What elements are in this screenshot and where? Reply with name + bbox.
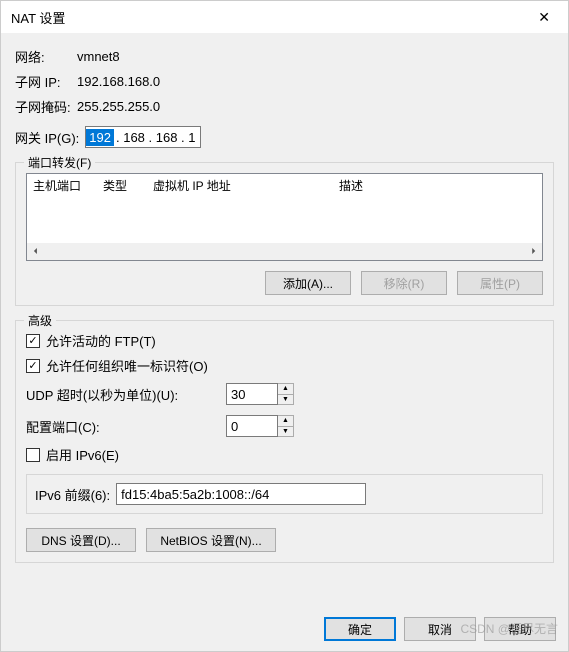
content-area: 网络: vmnet8 子网 IP: 192.168.168.0 子网掩码: 25… xyxy=(1,33,568,563)
udp-timeout-input[interactable] xyxy=(226,383,278,405)
config-port-spinner[interactable]: ▲▼ xyxy=(278,415,294,437)
port-forward-table[interactable]: 主机端口 类型 虚拟机 IP 地址 描述 🞀 🞂 xyxy=(26,173,543,261)
ipv6-prefix-box: IPv6 前缀(6): xyxy=(26,474,543,514)
remove-button: 移除(R) xyxy=(361,271,447,295)
horizontal-scrollbar[interactable]: 🞀 🞂 xyxy=(27,243,542,260)
dialog-buttons: 确定 取消 帮助 xyxy=(324,617,556,641)
udp-spinner[interactable]: ▲▼ xyxy=(278,383,294,405)
oui-checkbox[interactable]: ✓ xyxy=(26,359,40,373)
gateway-ip-input[interactable]: 192 . 168 . 168 . 1 xyxy=(85,126,200,148)
advanced-legend: 高级 xyxy=(24,312,56,329)
col-vm-ip: 虚拟机 IP 地址 xyxy=(153,177,333,194)
oui-label: 允许任何组织唯一标识符(O) xyxy=(46,356,208,375)
advanced-group: 高级 ✓ 允许活动的 FTP(T) ✓ 允许任何组织唯一标识符(O) UDP 超… xyxy=(15,320,554,563)
gateway-ip-rest: . 168 . 168 . 1 xyxy=(114,130,200,145)
spin-down-icon[interactable]: ▼ xyxy=(278,395,293,405)
scroll-right-icon[interactable]: 🞂 xyxy=(525,243,542,260)
nat-settings-dialog: NAT 设置 ✕ 网络: vmnet8 子网 IP: 192.168.168.0… xyxy=(0,0,569,652)
subnet-ip-label: 子网 IP: xyxy=(15,72,77,91)
titlebar: NAT 设置 ✕ xyxy=(1,1,568,33)
ok-button[interactable]: 确定 xyxy=(324,617,396,641)
config-port-input[interactable] xyxy=(226,415,278,437)
port-forward-group: 端口转发(F) 主机端口 类型 虚拟机 IP 地址 描述 🞀 🞂 添加(A)..… xyxy=(15,162,554,306)
ipv6-prefix-label: IPv6 前缀(6): xyxy=(35,485,110,504)
network-value: vmnet8 xyxy=(77,49,120,64)
subnet-mask-value: 255.255.255.0 xyxy=(77,99,160,114)
udp-timeout-label: UDP 超时(以秒为单位)(U): xyxy=(26,385,226,404)
dns-settings-button[interactable]: DNS 设置(D)... xyxy=(26,528,136,552)
config-port-label: 配置端口(C): xyxy=(26,417,226,436)
col-desc: 描述 xyxy=(339,177,363,194)
spin-down-icon[interactable]: ▼ xyxy=(278,427,293,437)
network-label: 网络: xyxy=(15,47,77,66)
spin-up-icon[interactable]: ▲ xyxy=(278,416,293,427)
ftp-checkbox[interactable]: ✓ xyxy=(26,334,40,348)
netbios-settings-button[interactable]: NetBIOS 设置(N)... xyxy=(146,528,276,552)
spin-up-icon[interactable]: ▲ xyxy=(278,384,293,395)
ftp-label: 允许活动的 FTP(T) xyxy=(46,331,156,350)
ipv6-prefix-input[interactable] xyxy=(116,483,366,505)
subnet-ip-value: 192.168.168.0 xyxy=(77,74,160,89)
add-button[interactable]: 添加(A)... xyxy=(265,271,351,295)
scroll-left-icon[interactable]: 🞀 xyxy=(27,243,44,260)
help-button[interactable]: 帮助 xyxy=(484,617,556,641)
gateway-label: 网关 IP(G): xyxy=(15,128,79,147)
ipv6-checkbox[interactable] xyxy=(26,448,40,462)
dialog-title: NAT 设置 xyxy=(11,8,65,27)
ipv6-enable-label: 启用 IPv6(E) xyxy=(46,445,119,464)
properties-button: 属性(P) xyxy=(457,271,543,295)
col-type: 类型 xyxy=(103,177,147,194)
close-icon[interactable]: ✕ xyxy=(530,5,558,30)
table-header: 主机端口 类型 虚拟机 IP 地址 描述 xyxy=(27,174,542,196)
cancel-button[interactable]: 取消 xyxy=(404,617,476,641)
port-forward-legend: 端口转发(F) xyxy=(24,154,95,171)
subnet-mask-label: 子网掩码: xyxy=(15,97,77,116)
gateway-ip-seg-selected: 192 xyxy=(86,129,114,146)
col-host-port: 主机端口 xyxy=(33,177,97,194)
